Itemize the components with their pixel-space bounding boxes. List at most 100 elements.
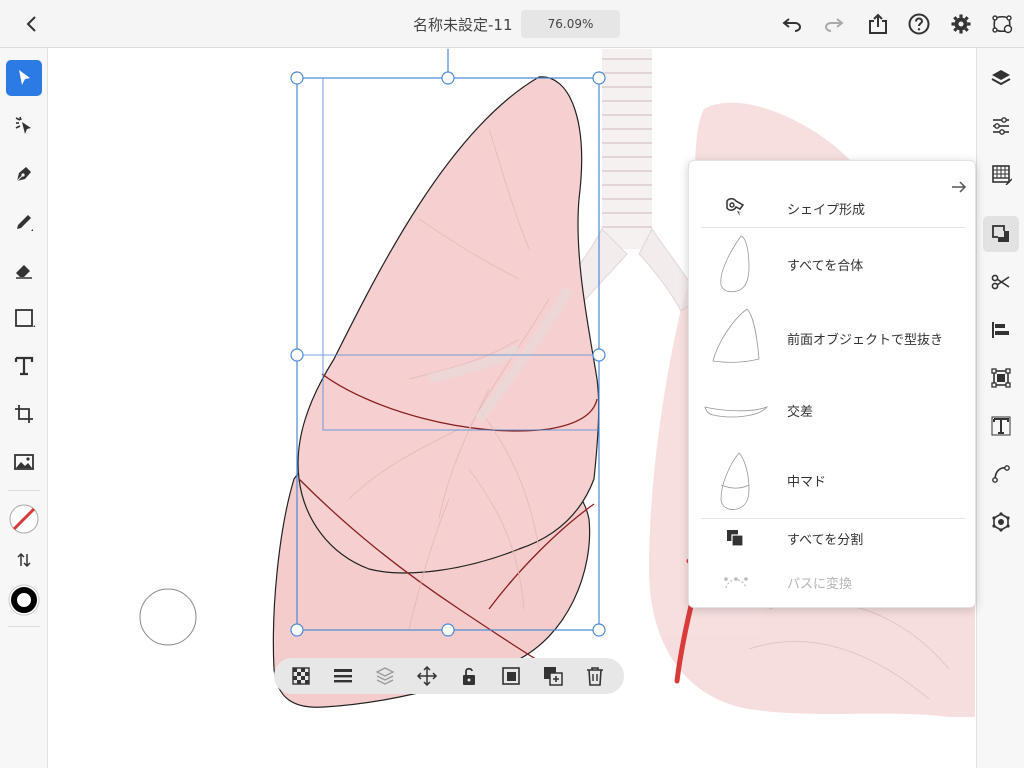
back-button[interactable] xyxy=(20,12,44,36)
lock-button[interactable] xyxy=(458,665,480,687)
type-icon xyxy=(14,356,34,376)
appearance-button[interactable] xyxy=(983,504,1019,540)
direct-select-icon xyxy=(15,116,31,134)
panel-item-label: すべてを合体 xyxy=(787,259,864,274)
selection-tool[interactable] xyxy=(6,60,42,96)
stroke-lines-icon xyxy=(334,669,352,683)
rectangle-tool[interactable] xyxy=(6,300,42,336)
clipping-mask-icon xyxy=(502,667,520,685)
move-button[interactable] xyxy=(416,665,438,687)
eraser-tool[interactable] xyxy=(6,252,42,288)
share-button[interactable] xyxy=(866,12,890,36)
shape-builder-item[interactable]: シェイプ形成 xyxy=(689,189,977,225)
unite-preview-icon xyxy=(720,235,750,293)
stroke-swatch-icon xyxy=(8,584,40,616)
path-button[interactable] xyxy=(983,456,1019,492)
stroke-color-swatch[interactable] xyxy=(6,582,42,618)
scissors-icon xyxy=(991,274,1010,290)
zoom-level[interactable]: 76.09% xyxy=(521,10,620,38)
artboard-tool[interactable] xyxy=(6,396,42,432)
swap-icon xyxy=(17,552,31,568)
character-icon xyxy=(991,416,1011,436)
toolbar-divider xyxy=(8,626,40,627)
contextual-taskbar xyxy=(274,658,624,694)
image-tool[interactable] xyxy=(6,444,42,480)
scissors-button[interactable] xyxy=(983,264,1019,300)
touch-indicator xyxy=(139,588,197,646)
align-button[interactable] xyxy=(983,312,1019,348)
transform-icon xyxy=(991,368,1011,388)
intersect-item[interactable]: 交差 xyxy=(689,379,977,439)
bezier-path-icon xyxy=(992,465,1010,483)
move-arrows-icon xyxy=(416,665,438,687)
pencil-tool[interactable] xyxy=(6,204,42,240)
pathfinder-button[interactable] xyxy=(983,216,1019,252)
mask-button[interactable] xyxy=(500,665,522,687)
divide-icon xyxy=(727,530,744,547)
document-title[interactable]: 名称未設定-11 xyxy=(413,14,513,35)
duplicate-icon xyxy=(544,667,563,686)
stroke-weight-button[interactable] xyxy=(332,665,354,687)
image-icon xyxy=(14,454,34,470)
help-button[interactable] xyxy=(907,12,931,36)
pathfinder-icon xyxy=(992,225,1009,242)
properties-button[interactable] xyxy=(983,108,1019,144)
redo-icon xyxy=(824,18,844,32)
appearance-icon xyxy=(992,512,1010,532)
swatches-icon xyxy=(992,165,1012,185)
touch-shortcut-button[interactable] xyxy=(990,12,1014,36)
convert-to-path-icon xyxy=(724,577,748,589)
checkerboard-icon xyxy=(292,667,310,685)
chevron-left-icon xyxy=(26,16,36,32)
panel-divider xyxy=(701,227,965,228)
toolbar-divider xyxy=(8,490,40,491)
duplicate-button[interactable] xyxy=(542,665,564,687)
panel-item-label: すべてを分割 xyxy=(787,533,864,548)
arrange-layers-icon xyxy=(375,667,395,685)
layers-icon xyxy=(991,70,1011,86)
align-left-icon xyxy=(992,322,1009,338)
settings-button[interactable] xyxy=(949,12,973,36)
redo-button[interactable] xyxy=(822,12,846,36)
opacity-button[interactable] xyxy=(290,665,312,687)
transform-button[interactable] xyxy=(983,360,1019,396)
arrange-button[interactable] xyxy=(374,665,396,687)
top-bar: 名称未設定-11 76.09% xyxy=(0,0,1024,48)
undo-button[interactable] xyxy=(780,12,804,36)
exclude-preview-icon xyxy=(720,452,750,510)
panel-item-label: 前面オブジェクトで型抜き xyxy=(787,333,944,348)
swatches-button[interactable] xyxy=(983,156,1019,192)
pathfinder-panel: シェイプ形成 すべてを合体 前面オブジェクトで型抜き 交差 中マド すべてを分割… xyxy=(688,160,976,608)
fill-color-swatch[interactable] xyxy=(6,501,42,537)
pen-icon xyxy=(16,167,31,182)
rectangle-icon xyxy=(15,309,35,327)
gear-icon xyxy=(951,14,971,34)
divide-item[interactable]: すべてを分割 xyxy=(689,523,977,551)
pencil-icon xyxy=(17,215,33,231)
panel-item-label: 交差 xyxy=(787,405,814,420)
direct-selection-tool[interactable] xyxy=(6,108,42,144)
help-icon xyxy=(908,13,930,35)
minus-front-item[interactable]: 前面オブジェクトで型抜き xyxy=(689,303,977,373)
convert-to-path-item[interactable]: パスに変換 xyxy=(689,567,977,595)
no-fill-swatch-icon xyxy=(9,504,39,534)
character-button[interactable] xyxy=(983,408,1019,444)
undo-icon xyxy=(782,18,802,32)
exclude-item[interactable]: 中マド xyxy=(689,447,977,515)
layers-button[interactable] xyxy=(983,60,1019,96)
right-toolbar xyxy=(976,48,1024,768)
unlock-icon xyxy=(463,667,475,685)
eraser-icon xyxy=(16,265,32,279)
panel-item-label: パスに変換 xyxy=(787,577,853,592)
app-window: 名称未設定-11 76.09% シェイプ形成 すべてを合体 前面オブジェクトで型… xyxy=(0,0,1024,768)
unite-item[interactable]: すべてを合体 xyxy=(689,229,977,299)
delete-button[interactable] xyxy=(584,665,606,687)
panel-item-label: 中マド xyxy=(787,475,827,490)
text-tool[interactable] xyxy=(6,348,42,384)
sliders-icon xyxy=(993,117,1009,135)
swap-colors-button[interactable] xyxy=(6,542,42,578)
pen-tool[interactable] xyxy=(6,156,42,192)
shape-builder-icon xyxy=(726,198,745,216)
arrow-pointer-icon xyxy=(19,70,30,85)
touch-shortcut-icon xyxy=(992,15,1013,34)
